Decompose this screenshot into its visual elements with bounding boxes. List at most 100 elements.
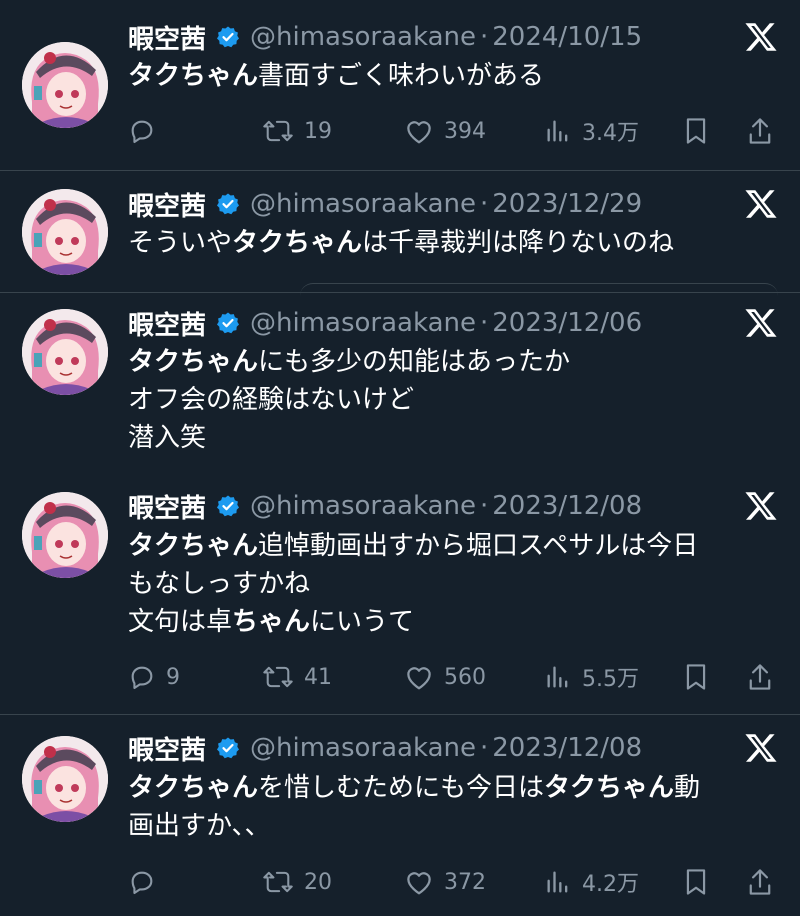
like-button[interactable]: 372: [404, 862, 486, 902]
bookmark-button[interactable]: [682, 862, 710, 902]
like-count: 560: [444, 664, 486, 690]
author-name[interactable]: 暇空茜: [128, 730, 206, 767]
like-button[interactable]: 560: [404, 657, 486, 697]
author-handle[interactable]: @himasoraakane: [250, 22, 476, 52]
retweet-button[interactable]: 19: [262, 111, 332, 151]
separator-dot: ·: [480, 491, 489, 521]
tweet-text-segment: を惜しむためにも今日は: [258, 773, 545, 803]
avatar[interactable]: [22, 492, 108, 578]
share-button[interactable]: [746, 862, 774, 902]
tweet[interactable]: 暇空茜 @himasoraakane · 2024/10/15 タクちゃん書面す…: [0, 0, 800, 170]
tweet-actions: 9 41 560 5.5万: [128, 657, 780, 697]
verified-badge-icon: [216, 25, 240, 49]
tweet-text-line: 文句は卓ちゃんにいうて: [128, 603, 778, 641]
tweet-date[interactable]: 2024/10/15: [492, 22, 642, 52]
tweet-date[interactable]: 2023/12/29: [492, 189, 642, 219]
avatar[interactable]: [22, 309, 108, 395]
tweet-text-segment: ちゃん: [232, 607, 311, 637]
retweet-icon: [262, 117, 294, 145]
share-icon: [746, 662, 774, 692]
tweet-date[interactable]: 2023/12/08: [492, 733, 642, 763]
tweet-date[interactable]: 2023/12/08: [492, 491, 642, 521]
retweet-icon: [262, 868, 294, 896]
tweet-text-segment: 文句は卓: [128, 607, 233, 637]
views-icon: [544, 663, 572, 691]
author-handle[interactable]: @himasoraakane: [250, 733, 476, 763]
verified-badge-icon: [216, 736, 240, 760]
tweet-text-line: タクちゃん書面すごく味わいがある: [128, 57, 778, 95]
views-button[interactable]: 5.5万: [544, 657, 639, 697]
bookmark-button[interactable]: [682, 657, 710, 697]
verified-badge-icon: [216, 494, 240, 518]
tweet-text-segment: オフ会の経験はないけど: [128, 385, 415, 415]
x-logo-icon[interactable]: [744, 306, 778, 340]
like-button[interactable]: 394: [404, 111, 486, 151]
tweet-actions: 19 394 3.4万: [128, 111, 780, 151]
avatar-image: [22, 42, 108, 128]
tweet-text-line: タクちゃんにも多少の知能はあったか: [128, 343, 778, 381]
views-button[interactable]: 4.2万: [544, 862, 639, 902]
reply-button[interactable]: [128, 111, 166, 151]
x-logo-icon[interactable]: [744, 489, 778, 523]
avatar[interactable]: [22, 189, 108, 275]
reply-button[interactable]: [128, 862, 166, 902]
retweet-count: 19: [304, 118, 332, 144]
x-logo-icon[interactable]: [744, 20, 778, 54]
bookmark-button[interactable]: [682, 111, 710, 151]
author-handle[interactable]: @himasoraakane: [250, 189, 476, 219]
like-count: 394: [444, 118, 486, 144]
author-name[interactable]: 暇空茜: [128, 186, 206, 223]
tweet-text-line: オフ会の経験はないけど: [128, 381, 778, 419]
share-button[interactable]: [746, 657, 774, 697]
bookmark-icon: [682, 867, 710, 897]
tweet-text-segment: 追悼動画出すから堀口スペサルは今日: [258, 531, 699, 561]
reply-button[interactable]: 9: [128, 657, 180, 697]
author-name[interactable]: 暇空茜: [128, 488, 206, 525]
tweet-text-segment: タクちゃん: [232, 228, 363, 258]
reply-count: 9: [166, 664, 180, 690]
tweet-text-segment: タクちゃん: [128, 531, 259, 561]
views-count: 3.4万: [582, 121, 639, 146]
like-count: 372: [444, 869, 486, 895]
share-button[interactable]: [746, 111, 774, 151]
tweet-text-line: タクちゃんを惜しむためにも今日はタクちゃん動: [128, 769, 778, 807]
tweet[interactable]: 暇空茜 @himasoraakane · 2023/12/08 タクちゃんを惜し…: [0, 715, 800, 916]
bookmark-icon: [682, 662, 710, 692]
tweet-text: そういやタクちゃんは千尋裁判は降りないのね: [128, 224, 778, 262]
share-icon: [746, 867, 774, 897]
tweet-date[interactable]: 2023/12/06: [492, 308, 642, 338]
views-icon: [544, 117, 572, 145]
avatar[interactable]: [22, 736, 108, 822]
tweet-text-line: タクちゃん追悼動画出すから堀口スペサルは今日: [128, 527, 778, 565]
x-logo-icon[interactable]: [744, 187, 778, 221]
retweet-count: 20: [304, 869, 332, 895]
author-handle[interactable]: @himasoraakane: [250, 491, 476, 521]
tweet-text-segment: タクちゃん: [128, 347, 259, 377]
share-icon: [746, 116, 774, 146]
views-button[interactable]: 3.4万: [544, 111, 639, 151]
tweet[interactable]: 暇空茜 @himasoraakane · 2023/12/08 タクちゃん追悼動…: [0, 474, 800, 714]
retweet-count: 41: [304, 664, 332, 690]
avatar[interactable]: [22, 42, 108, 128]
author-name[interactable]: 暇空茜: [128, 305, 206, 342]
like-icon: [404, 117, 434, 145]
tweet-text-segment: にも多少の知能はあったか: [258, 347, 571, 377]
tweet[interactable]: 暇空茜 @himasoraakane · 2023/12/29 そういやタクちゃ…: [0, 171, 800, 291]
retweet-button[interactable]: 20: [262, 862, 332, 902]
retweet-button[interactable]: 41: [262, 657, 332, 697]
tweet-text-segment: そういや: [128, 228, 233, 258]
tweet-text-segment: 潜入笑: [128, 423, 207, 453]
tweet[interactable]: 暇空茜 @himasoraakane · 2023/12/06 タクちゃんにも多…: [0, 293, 800, 473]
author-handle[interactable]: @himasoraakane: [250, 308, 476, 338]
tweet-text-segment: にいうて: [310, 607, 415, 637]
tweet-header: 暇空茜 @himasoraakane · 2023/12/29: [128, 186, 642, 222]
separator-dot: ·: [480, 308, 489, 338]
tweet-text: タクちゃんを惜しむためにも今日はタクちゃん動 画出すか、、: [128, 769, 778, 845]
author-name[interactable]: 暇空茜: [128, 19, 206, 56]
avatar-image: [22, 189, 108, 275]
tweet-text-segment: タクちゃん: [128, 61, 259, 91]
avatar-image: [22, 309, 108, 395]
tweet-text-segment: は千尋裁判は降りないのね: [362, 228, 675, 258]
like-icon: [404, 663, 434, 691]
x-logo-icon[interactable]: [744, 731, 778, 765]
